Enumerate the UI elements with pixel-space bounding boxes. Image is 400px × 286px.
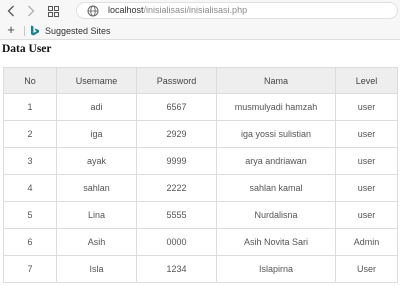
cell-nama: sahlan kamal	[216, 174, 336, 202]
bookmark-label: Suggested Sites	[45, 25, 111, 36]
url-path: /inisialisasi/inisialisasi.php	[143, 5, 248, 15]
cell-password: 2929	[136, 120, 217, 148]
table-header-row: No Username Password Nama Level	[3, 67, 398, 94]
cell-password: 9999	[136, 147, 217, 175]
table-row: 7 Isla 1234 Islapirna User	[3, 255, 398, 283]
browser-toolbar: localhost/inisialisasi/inisialisasi.php	[0, 0, 400, 22]
bookmark-suggested-sites[interactable]: Suggested Sites	[30, 24, 111, 37]
column-header-password: Password	[136, 67, 217, 94]
page-title: Data User	[2, 43, 52, 55]
grid-icon	[47, 5, 59, 17]
cell-username: sahlan	[56, 174, 137, 202]
forward-button[interactable]	[24, 3, 38, 19]
user-table: No Username Password Nama Level 1 adi 65…	[3, 67, 398, 283]
table-row: 2 iga 2929 iga yossi sulistian user	[3, 120, 398, 148]
cell-nama: musmulyadi hamzah	[216, 93, 336, 121]
cell-username: adi	[56, 93, 137, 121]
cell-username: Isla	[56, 255, 137, 283]
cell-no: 2	[3, 120, 57, 148]
bookmarks-bar: + Suggested Sites	[0, 22, 400, 40]
bing-icon	[31, 25, 39, 36]
chevron-left-icon	[7, 5, 14, 17]
cell-nama: Asih Novita Sari	[216, 228, 336, 256]
cell-nama: Nurdalisna	[216, 201, 336, 229]
cell-username: Asih	[56, 228, 137, 256]
cell-password: 0000	[136, 228, 217, 256]
cell-username: ayak	[56, 147, 137, 175]
cell-password: 2222	[136, 174, 217, 202]
cell-no: 4	[3, 174, 57, 202]
cell-no: 3	[3, 147, 57, 175]
url-text[interactable]: localhost/inisialisasi/inisialisasi.php	[108, 5, 247, 16]
cell-nama: iga yossi sulistian	[216, 120, 336, 148]
back-button[interactable]	[4, 3, 18, 19]
cell-no: 6	[3, 228, 57, 256]
cell-level: user	[335, 93, 398, 121]
table-row: 1 adi 6567 musmulyadi hamzah user	[3, 93, 398, 121]
cell-username: iga	[56, 120, 137, 148]
column-header-level: Level	[335, 67, 398, 94]
cell-no: 7	[3, 255, 57, 283]
cell-level: user	[335, 174, 398, 202]
column-header-username: Username	[56, 67, 137, 94]
cell-level: Admin	[335, 228, 398, 256]
url-host: localhost	[108, 5, 144, 15]
column-header-no: No	[3, 67, 57, 94]
table-row: 4 sahlan 2222 sahlan kamal user	[3, 174, 398, 202]
cell-no: 1	[3, 93, 57, 121]
cell-level: user	[335, 147, 398, 175]
table-row: 6 Asih 0000 Asih Novita Sari Admin	[3, 228, 398, 256]
cell-password: 1234	[136, 255, 217, 283]
column-header-nama: Nama	[216, 67, 336, 94]
globe-icon	[87, 5, 99, 17]
cell-level: User	[335, 255, 398, 283]
address-bar[interactable]: localhost/inisialisasi/inisialisasi.php	[76, 2, 398, 19]
cell-password: 5555	[136, 201, 217, 229]
cell-nama: arya andriawan	[216, 147, 336, 175]
chevron-right-icon	[28, 5, 35, 17]
tab-grid-button[interactable]	[46, 3, 60, 19]
cell-no: 5	[3, 201, 57, 229]
add-bookmark-button[interactable]: +	[5, 23, 17, 37]
cell-nama: Islapirna	[216, 255, 336, 283]
table-row: 3 ayak 9999 arya andriawan user	[3, 147, 398, 175]
cell-username: Lina	[56, 201, 137, 229]
table-row: 5 Lina 5555 Nurdalisna user	[3, 201, 398, 229]
cell-level: user	[335, 201, 398, 229]
cell-level: user	[335, 120, 398, 148]
cell-password: 6567	[136, 93, 217, 121]
bookmarks-divider	[24, 26, 25, 36]
